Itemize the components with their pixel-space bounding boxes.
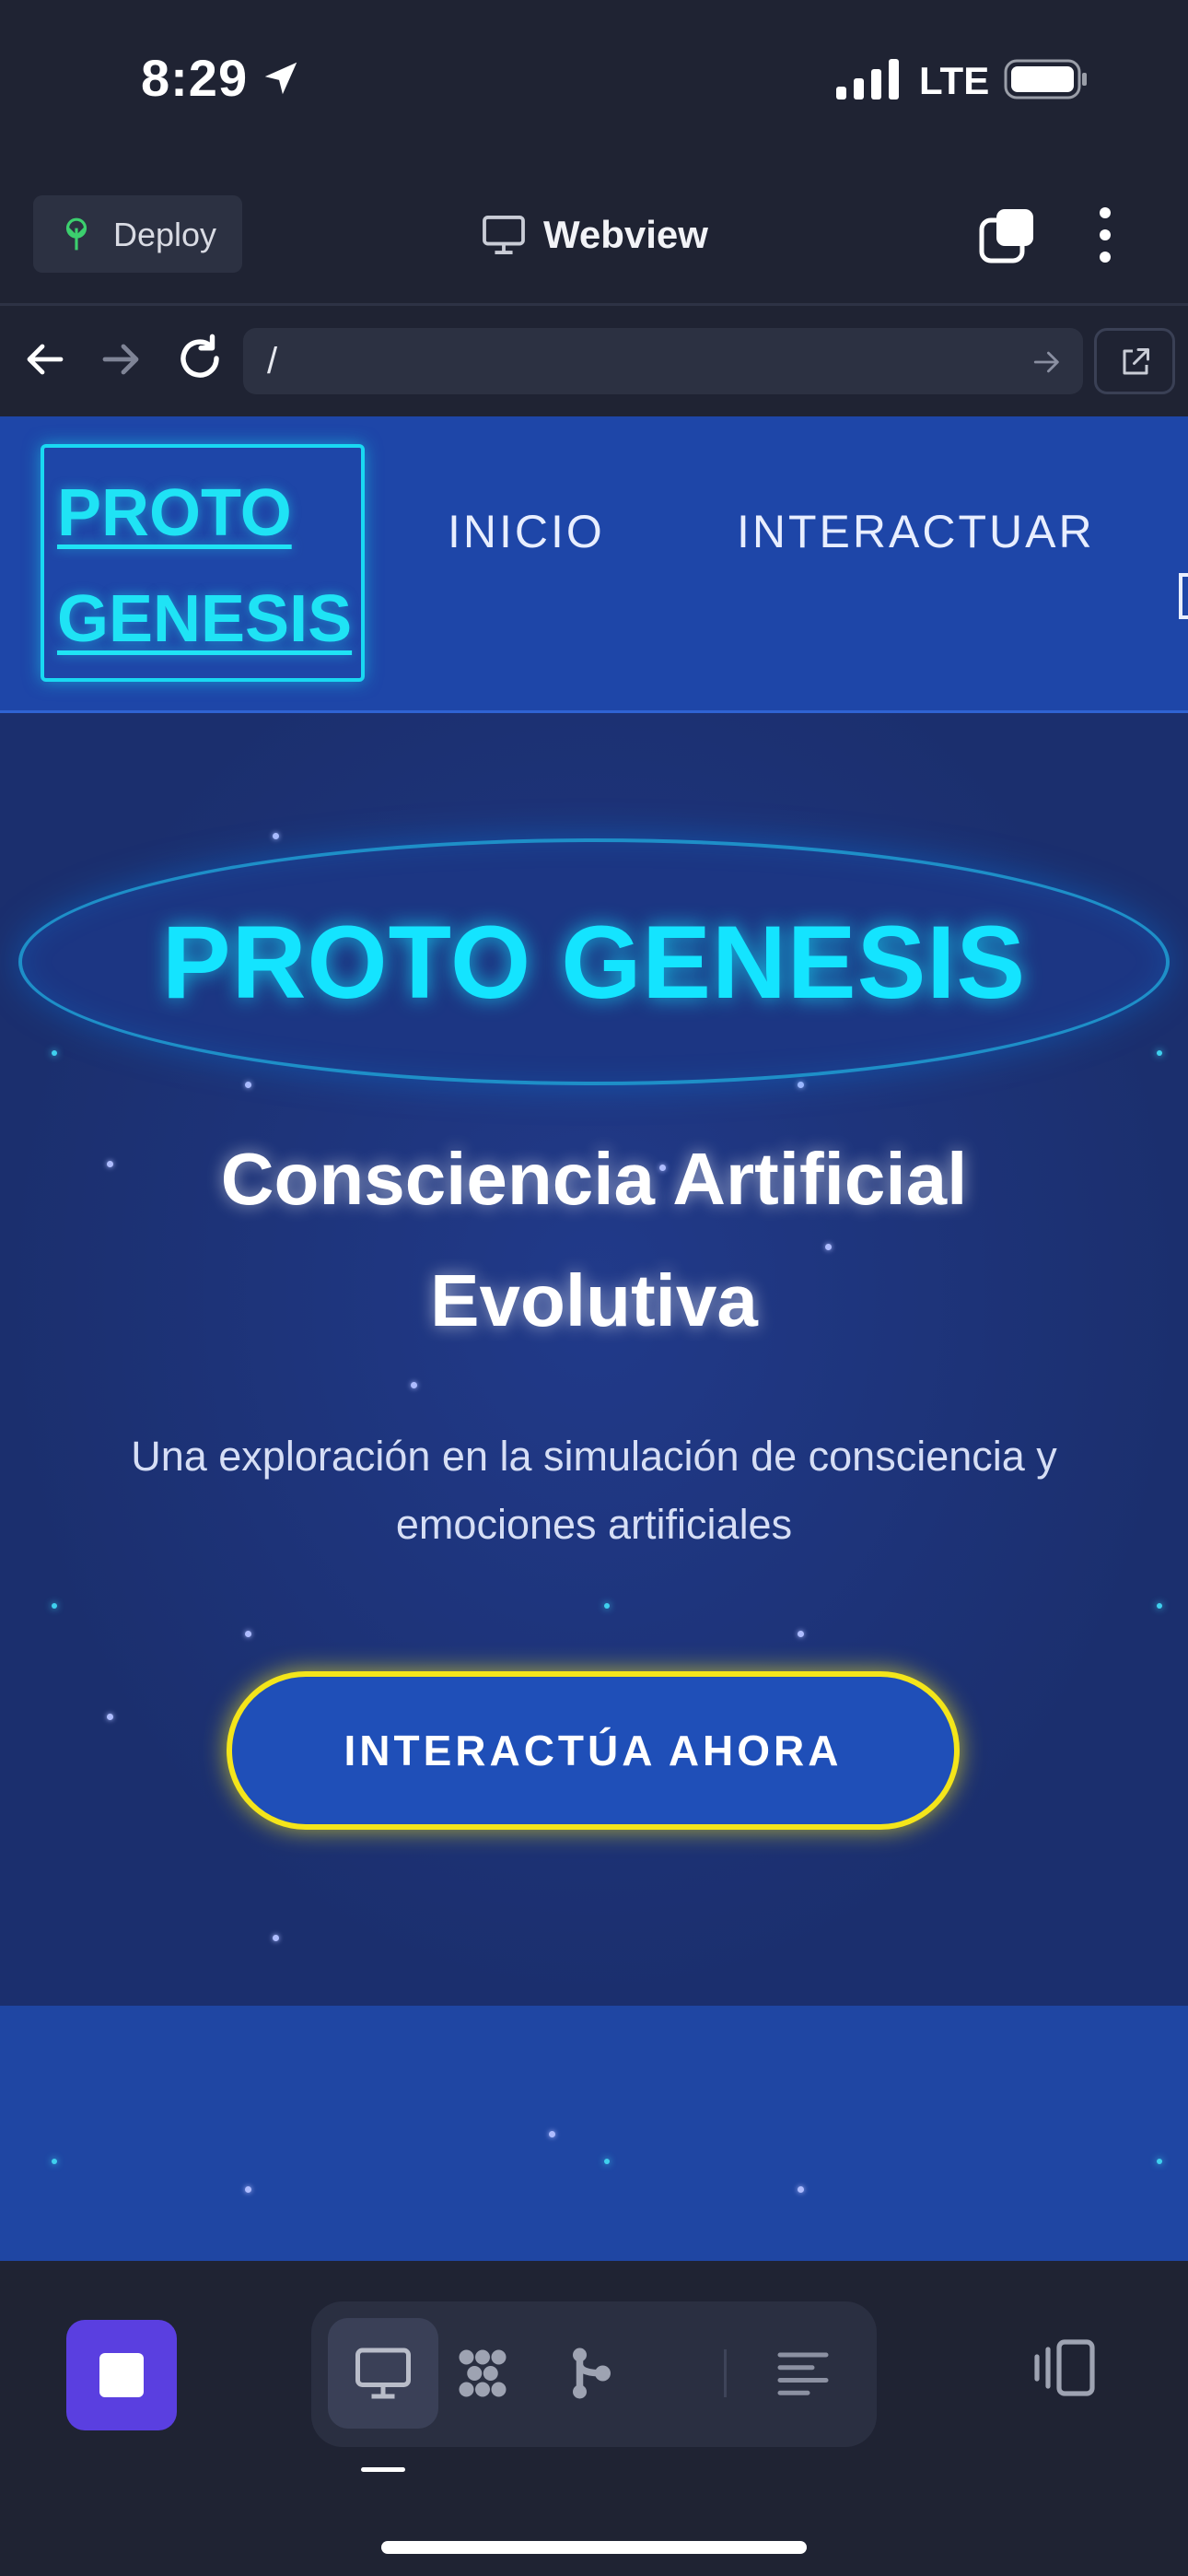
star-particle — [107, 1714, 113, 1720]
branch-icon — [573, 2348, 611, 2399]
app-screen: 8:29 LTE Deploy Webview / PROTO GENESIS … — [0, 0, 1188, 2576]
bottom-toolbar — [0, 2261, 1188, 2576]
status-bar: 8:29 LTE — [0, 0, 1188, 161]
monitor-icon — [355, 2348, 411, 2399]
url-input[interactable]: / — [243, 328, 1083, 394]
star-particle — [245, 1082, 251, 1088]
hero-subtitle: Consciencia Artificial Evolutiva — [220, 1138, 968, 1341]
url-text: / — [267, 341, 278, 381]
workflow-icon — [459, 2349, 507, 2397]
star-particle — [52, 1050, 57, 1056]
nav-link-interactuar[interactable]: INTERACTUAR — [737, 505, 1095, 558]
network-type: LTE — [919, 59, 990, 102]
site-logo[interactable]: PROTO GENESIS — [41, 444, 365, 682]
webview-content: PROTO GENESIS INICIO INTERACTUAR PROTO G… — [0, 416, 1188, 2261]
star-particle — [549, 2131, 555, 2137]
hero-section: PROTO GENESIS Consciencia Artificial Evo… — [0, 713, 1188, 2006]
device-rotate-icon[interactable] — [1030, 2338, 1100, 2397]
home-indicator[interactable] — [381, 2541, 807, 2554]
toolbar-divider — [724, 2349, 727, 2397]
nav-link-clipped[interactable] — [1179, 573, 1188, 619]
nav-link-inicio[interactable]: INICIO — [448, 505, 605, 558]
workflow-tab[interactable] — [427, 2318, 538, 2429]
location-arrow-icon — [264, 62, 297, 95]
stop-icon — [99, 2353, 144, 2397]
star-particle — [1157, 2159, 1162, 2164]
open-external-icon — [1123, 348, 1149, 375]
monitor-icon — [483, 216, 525, 254]
next-section — [0, 2006, 1188, 2261]
status-time: 8:29 — [141, 49, 249, 107]
webview-label: Webview — [543, 213, 708, 256]
star-particle — [273, 1935, 279, 1941]
webview-title[interactable]: Webview — [483, 207, 708, 263]
star-particle — [798, 1631, 804, 1637]
go-arrow-icon[interactable] — [1031, 346, 1063, 378]
star-particle — [245, 2186, 251, 2193]
star-particle — [798, 2186, 804, 2193]
deploy-icon — [65, 217, 87, 251]
reload-icon[interactable] — [175, 334, 225, 383]
star-particle — [604, 2159, 610, 2164]
console-tab[interactable] — [748, 2318, 858, 2429]
list-icon — [777, 2352, 829, 2395]
star-particle — [798, 1082, 804, 1088]
star-particle — [604, 1603, 610, 1609]
logo-text-line1: PROTO — [57, 476, 292, 550]
battery-icon — [1004, 59, 1087, 100]
webview-tab[interactable] — [328, 2318, 438, 2429]
interact-now-button[interactable]: INTERACTÚA AHORA — [227, 1671, 960, 1830]
open-external-button[interactable] — [1094, 328, 1175, 394]
star-particle — [52, 2159, 57, 2164]
signal-icon — [836, 59, 899, 100]
star-particle — [52, 1603, 57, 1609]
back-arrow-icon[interactable] — [22, 337, 66, 381]
stop-button[interactable] — [66, 2320, 177, 2430]
forward-arrow-icon[interactable] — [99, 337, 144, 381]
star-particle — [1157, 1603, 1162, 1609]
more-icon[interactable] — [1087, 205, 1124, 264]
star-particle — [411, 1382, 417, 1388]
site-nav: PROTO GENESIS INICIO INTERACTUAR — [0, 416, 1188, 713]
cta-label: INTERACTÚA AHORA — [344, 1727, 843, 1774]
tabs-icon[interactable] — [978, 207, 1035, 264]
star-particle — [1157, 1050, 1162, 1056]
hero-description: Una exploración en la simulación de cons… — [131, 1433, 1057, 1548]
logo-text-line2: GENESIS — [57, 582, 353, 656]
view-switcher — [311, 2301, 877, 2447]
url-bar: / — [0, 306, 1188, 416]
deploy-button[interactable]: Deploy — [33, 195, 242, 273]
star-particle — [245, 1631, 251, 1637]
deploy-label: Deploy — [113, 216, 217, 253]
active-tab-indicator — [361, 2467, 405, 2472]
star-particle — [273, 833, 279, 839]
branch-tab[interactable] — [536, 2318, 646, 2429]
hero-title: PROTO GENESIS — [161, 905, 1027, 1020]
app-top-bar: Deploy Webview — [0, 161, 1188, 306]
